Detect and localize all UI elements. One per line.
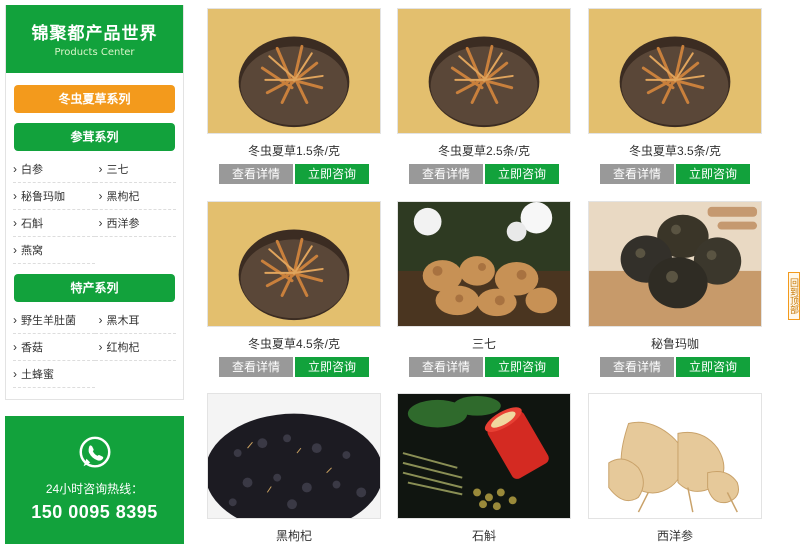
product-name[interactable]: 冬虫夏草4.5条/克 [207, 335, 381, 351]
subcategory-item[interactable]: 石斛 [13, 210, 95, 237]
consult-now-button[interactable]: 立即咨询 [676, 357, 750, 377]
category-cordyceps-button[interactable]: 冬虫夏草系列 [14, 85, 175, 113]
product-name[interactable]: 石斛 [397, 527, 571, 543]
consult-now-button[interactable]: 立即咨询 [295, 357, 369, 377]
product-image-cordyceps[interactable] [397, 8, 571, 134]
ginseng-subcategory-list: 白参 三七 秘鲁玛咖 黑枸杞 石斛 西洋参 燕窝 [6, 156, 183, 264]
view-details-button[interactable]: 查看详情 [409, 357, 483, 377]
product-image-cordyceps[interactable] [207, 201, 381, 327]
view-details-button[interactable]: 查看详情 [600, 164, 674, 184]
product-name[interactable]: 三七 [397, 335, 571, 351]
view-details-button[interactable]: 查看详情 [219, 164, 293, 184]
sidebar-title: 锦聚都产品世界 [31, 24, 158, 43]
sidebar: 锦聚都产品世界 Products Center 冬虫夏草系列 参茸系列 白参 三… [5, 5, 184, 544]
consult-now-button[interactable]: 立即咨询 [485, 164, 559, 184]
product-card: 冬虫夏草3.5条/克 查看详情 立即咨询 [588, 8, 762, 184]
subcategory-item[interactable]: 香菇 [13, 334, 95, 361]
product-actions: 查看详情 立即咨询 [207, 357, 381, 377]
product-name[interactable]: 冬虫夏草2.5条/克 [397, 142, 571, 158]
subcategory-item[interactable]: 燕窝 [13, 237, 95, 264]
product-card: 秘鲁玛咖 查看详情 立即咨询 [588, 201, 762, 377]
subcategory-item[interactable]: 西洋参 [94, 210, 176, 237]
back-to-top-tab[interactable]: 回到顶部 [788, 272, 800, 320]
subcategory-item[interactable]: 红枸杞 [94, 334, 176, 361]
category-ginseng-button[interactable]: 参茸系列 [14, 123, 175, 151]
product-name[interactable]: 秘鲁玛咖 [588, 335, 762, 351]
specialty-subcategory-list: 野生羊肚菌 黑木耳 香菇 红枸杞 土蜂蜜 [6, 307, 183, 388]
view-details-button[interactable]: 查看详情 [409, 164, 483, 184]
contact-hotline-box: 24小时咨询热线： 150 0095 8395 [5, 416, 184, 544]
subcategory-item[interactable]: 白参 [13, 156, 95, 183]
consult-now-button[interactable]: 立即咨询 [295, 164, 369, 184]
product-card: 冬虫夏草4.5条/克 查看详情 立即咨询 [207, 201, 381, 377]
product-image-dendrobium[interactable] [397, 393, 571, 519]
product-image-cordyceps[interactable] [588, 8, 762, 134]
product-image-cordyceps[interactable] [207, 8, 381, 134]
product-image-american-ginseng[interactable] [588, 393, 762, 519]
subcategory-item[interactable]: 黑枸杞 [94, 183, 176, 210]
product-name[interactable]: 黑枸杞 [207, 527, 381, 543]
product-actions: 查看详情 立即咨询 [397, 357, 571, 377]
product-card: 黑枸杞 [207, 393, 381, 543]
subcategory-item[interactable]: 黑木耳 [94, 307, 176, 334]
product-actions: 查看详情 立即咨询 [397, 164, 571, 184]
view-details-button[interactable]: 查看详情 [600, 357, 674, 377]
sidebar-header: 锦聚都产品世界 Products Center [6, 5, 183, 73]
product-card: 石斛 [397, 393, 571, 543]
product-card: 冬虫夏草1.5条/克 查看详情 立即咨询 [207, 8, 381, 184]
product-name[interactable]: 冬虫夏草1.5条/克 [207, 142, 381, 158]
whatsapp-icon [76, 434, 114, 472]
consult-now-button[interactable]: 立即咨询 [676, 164, 750, 184]
subcategory-item[interactable]: 土蜂蜜 [13, 361, 95, 388]
product-image-black-goji[interactable] [207, 393, 381, 519]
product-actions: 查看详情 立即咨询 [207, 164, 381, 184]
product-card: 冬虫夏草2.5条/克 查看详情 立即咨询 [397, 8, 571, 184]
sidebar-subtitle: Products Center [54, 47, 135, 58]
view-details-button[interactable]: 查看详情 [219, 357, 293, 377]
product-image-maca[interactable] [588, 201, 762, 327]
product-name[interactable]: 冬虫夏草3.5条/克 [588, 142, 762, 158]
product-image-sanqi[interactable] [397, 201, 571, 327]
product-category-box: 锦聚都产品世界 Products Center 冬虫夏草系列 参茸系列 白参 三… [5, 5, 184, 400]
category-specialty-button[interactable]: 特产系列 [14, 274, 175, 302]
consult-now-button[interactable]: 立即咨询 [485, 357, 559, 377]
hotline-label: 24小时咨询热线： [45, 482, 144, 496]
subcategory-item[interactable]: 野生羊肚菌 [13, 307, 95, 334]
hotline-phone[interactable]: 150 0095 8395 [5, 502, 184, 523]
product-actions: 查看详情 立即咨询 [588, 357, 762, 377]
subcategory-item[interactable]: 秘鲁玛咖 [13, 183, 95, 210]
subcategory-item[interactable]: 三七 [94, 156, 176, 183]
product-card: 西洋参 [588, 393, 762, 543]
product-card: 三七 查看详情 立即咨询 [397, 201, 571, 377]
product-name[interactable]: 西洋参 [588, 527, 762, 543]
product-actions: 查看详情 立即咨询 [588, 164, 762, 184]
